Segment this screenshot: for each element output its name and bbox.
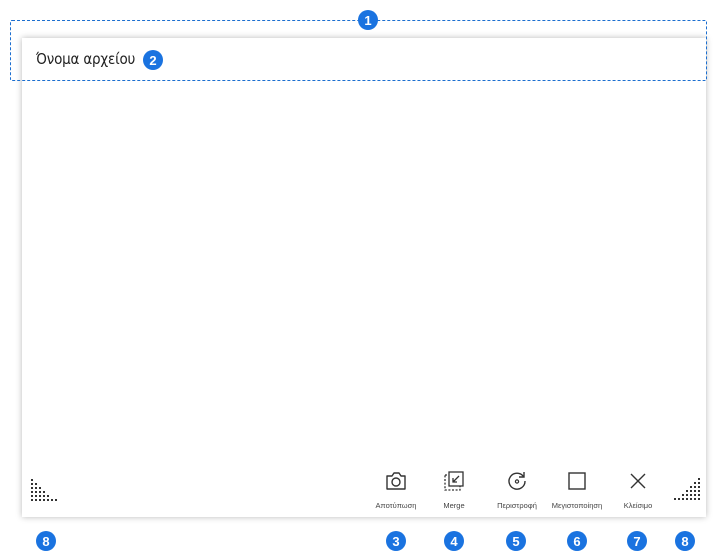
- callout-badge-capture: 3: [386, 531, 406, 551]
- rotate-label: Περιστροφή: [497, 501, 537, 510]
- merge-button[interactable]: Merge: [428, 470, 480, 510]
- close-label: Κλείσιμο: [623, 501, 653, 510]
- callout-badge-resize-left: 8: [36, 531, 56, 551]
- callout-badge-merge: 4: [444, 531, 464, 551]
- capture-button[interactable]: Αποτύπωση: [366, 470, 426, 510]
- callout-badge-rotate: 5: [506, 531, 526, 551]
- merge-icon: [444, 471, 464, 491]
- app-window: [22, 38, 706, 517]
- rotate-icon: [508, 472, 526, 490]
- callout-badge-maximize: 6: [567, 531, 587, 551]
- close-button[interactable]: Κλείσιμο: [613, 470, 663, 510]
- maximize-button[interactable]: Μεγιστοποίηση: [546, 470, 608, 510]
- resize-handle-right-icon[interactable]: [673, 477, 703, 507]
- camera-icon: [386, 472, 406, 490]
- callout-badge-close: 7: [627, 531, 647, 551]
- maximize-icon: [568, 472, 586, 490]
- merge-label: Merge: [443, 501, 465, 510]
- close-icon: [630, 473, 646, 489]
- file-name-label: Όνομα αρχείου: [36, 50, 136, 68]
- stage: 1 Όνομα αρχείου 2 Αποτύπωση Merge Περιστ…: [0, 0, 717, 552]
- callout-badge-title-bar: 1: [358, 10, 378, 30]
- callout-badge-resize-right: 8: [675, 531, 695, 551]
- capture-label: Αποτύπωση: [375, 501, 417, 510]
- callout-badge-file-name: 2: [143, 50, 163, 70]
- rotate-button[interactable]: Περιστροφή: [489, 470, 545, 510]
- maximize-label: Μεγιστοποίηση: [551, 501, 603, 510]
- resize-handle-left-icon[interactable]: [30, 478, 60, 508]
